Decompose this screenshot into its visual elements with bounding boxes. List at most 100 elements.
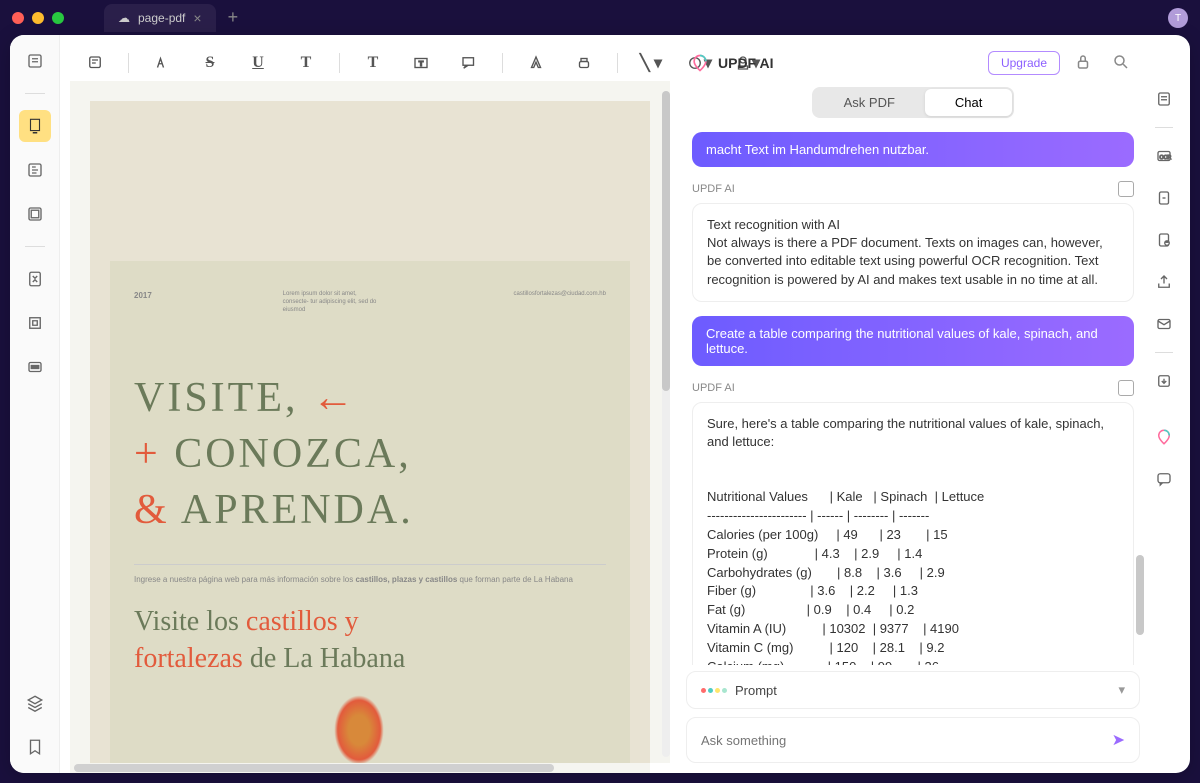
separator <box>617 53 618 73</box>
tab-ask-pdf[interactable]: Ask PDF <box>814 89 925 116</box>
edit-tool-icon[interactable] <box>19 154 51 186</box>
document-view[interactable]: 2017 Lorem ipsum dolor sit amet, consect… <box>70 81 670 763</box>
svg-text:T: T <box>419 59 424 68</box>
search-icon[interactable] <box>1106 53 1136 74</box>
ai-tabs: Ask PDF Chat <box>686 87 1140 118</box>
title-bar: ☁ page-pdf × + T <box>0 0 1200 35</box>
page-title-line1: VISITE, ← <box>134 374 606 422</box>
cloud-icon: ☁ <box>118 11 130 25</box>
add-tab-button[interactable]: + <box>228 7 239 28</box>
annotation-toolbar: S U T T T ╲ ▾ ▾ ▾ <box>70 45 772 81</box>
ai-message: Text recognition with AI Not always is t… <box>692 203 1134 302</box>
user-message: macht Text im Handumdrehen nutzbar. <box>692 132 1134 167</box>
ai-panel: UPDF AI Upgrade Ask PDF Chat macht Text … <box>686 45 1140 763</box>
ocr-icon[interactable]: OCR <box>1150 142 1178 170</box>
page-header-text: Lorem ipsum dolor sit amet, consecte- tu… <box>283 291 383 314</box>
crop-icon[interactable] <box>19 307 51 339</box>
user-message: Create a table comparing the nutritional… <box>692 316 1134 366</box>
separator <box>128 53 129 73</box>
close-window-button[interactable] <box>12 12 24 24</box>
layers-icon[interactable] <box>19 687 51 719</box>
left-sidebar <box>10 35 60 773</box>
user-avatar[interactable]: T <box>1168 8 1188 28</box>
sticky-note-icon[interactable] <box>80 48 110 78</box>
app-window: S U T T T ╲ ▾ ▾ ▾ 2017 Lorem ipsum dolor… <box>10 35 1190 773</box>
ai-message: Sure, here's a table comparing the nutri… <box>692 402 1134 665</box>
callout-icon[interactable] <box>454 48 484 78</box>
textbox-icon[interactable]: T <box>406 48 436 78</box>
share-icon[interactable] <box>1150 268 1178 296</box>
send-icon[interactable]: ➤ <box>1112 730 1125 750</box>
divider <box>1155 352 1173 353</box>
copy-icon[interactable] <box>1118 380 1134 396</box>
ai-message-intro: Sure, here's a table comparing the nutri… <box>707 415 1119 451</box>
document-tab[interactable]: ☁ page-pdf × <box>104 4 216 32</box>
upgrade-button[interactable]: Upgrade <box>988 51 1060 75</box>
horizontal-scrollbar[interactable] <box>70 763 650 773</box>
updf-ai-icon[interactable] <box>1150 423 1178 451</box>
pencil-icon[interactable] <box>521 48 551 78</box>
page-title-line3: & APRENDA. <box>134 486 606 534</box>
maximize-window-button[interactable] <box>52 12 64 24</box>
page-header: 2017 Lorem ipsum dolor sit amet, consect… <box>134 291 606 314</box>
ai-message-label: UPDF AI <box>692 380 1134 396</box>
text-icon[interactable]: T <box>358 48 388 78</box>
separator <box>502 53 503 73</box>
prompt-selector[interactable]: Prompt ▾ <box>686 671 1140 709</box>
page-organize-icon[interactable] <box>19 198 51 230</box>
document-scrollbar[interactable] <box>662 91 670 757</box>
save-icon[interactable] <box>1150 367 1178 395</box>
ai-message-body: Not always is there a PDF document. Text… <box>707 234 1119 289</box>
updf-logo-icon <box>690 53 710 73</box>
window-controls <box>12 12 64 24</box>
decorative-figure <box>334 695 384 763</box>
redact-icon[interactable] <box>19 351 51 383</box>
page-subtext: Ingrese a nuestra página web para más in… <box>134 564 606 584</box>
plus-icon: + <box>134 431 161 477</box>
prompt-icon <box>701 688 727 693</box>
bookmark-icon[interactable] <box>19 731 51 763</box>
chat-bubble-icon[interactable] <box>1150 465 1178 493</box>
tab-bar: ☁ page-pdf × + <box>104 4 238 32</box>
divider <box>25 246 45 247</box>
convert-icon[interactable] <box>19 263 51 295</box>
close-tab-icon[interactable]: × <box>193 10 201 26</box>
prompt-label: Prompt <box>735 683 777 698</box>
squiggly-icon[interactable]: T <box>291 48 321 78</box>
divider <box>25 93 45 94</box>
arrow-left-icon: ← <box>312 375 357 421</box>
separator <box>339 53 340 73</box>
lock-icon[interactable] <box>1068 53 1098 74</box>
chat-area[interactable]: macht Text im Handumdrehen nutzbar. UPDF… <box>686 132 1140 665</box>
underline-icon[interactable]: U <box>243 48 273 78</box>
page-title-line2: + CONOZCA, <box>134 430 606 478</box>
ai-header: UPDF AI Upgrade <box>686 45 1140 87</box>
minimize-window-button[interactable] <box>32 12 44 24</box>
ampersand-icon: & <box>134 487 170 533</box>
pdf-page: 2017 Lorem ipsum dolor sit amet, consect… <box>90 101 650 763</box>
page-header-email: castillosfortalezas@ciudad.com.hb <box>514 291 606 314</box>
tab-title: page-pdf <box>138 11 185 25</box>
nutrition-table: Nutritional Values | Kale | Spinach | Le… <box>707 469 1119 665</box>
ai-message-title: Text recognition with AI <box>707 216 1119 234</box>
svg-text:OCR: OCR <box>1160 155 1172 161</box>
right-sidebar: OCR <box>1146 45 1182 493</box>
chat-input[interactable] <box>701 733 1104 748</box>
email-icon[interactable] <box>1150 310 1178 338</box>
page-year: 2017 <box>134 291 152 314</box>
ai-message-label: UPDF AI <box>692 181 1134 197</box>
line-tool-icon[interactable]: ╲ ▾ <box>636 48 666 78</box>
protect-icon[interactable] <box>1150 226 1178 254</box>
reader-mode-icon[interactable] <box>19 45 51 77</box>
highlight-icon[interactable] <box>147 48 177 78</box>
page-display-icon[interactable] <box>1150 85 1178 113</box>
ai-scrollbar[interactable] <box>1136 135 1144 713</box>
tab-chat[interactable]: Chat <box>925 89 1012 116</box>
rotate-icon[interactable] <box>1150 184 1178 212</box>
eraser-icon[interactable] <box>569 48 599 78</box>
chat-input-bar: ➤ <box>686 717 1140 763</box>
copy-icon[interactable] <box>1118 181 1134 197</box>
comment-tool-icon[interactable] <box>19 110 51 142</box>
chevron-down-icon: ▾ <box>1118 682 1125 698</box>
strikethrough-icon[interactable]: S <box>195 48 225 78</box>
